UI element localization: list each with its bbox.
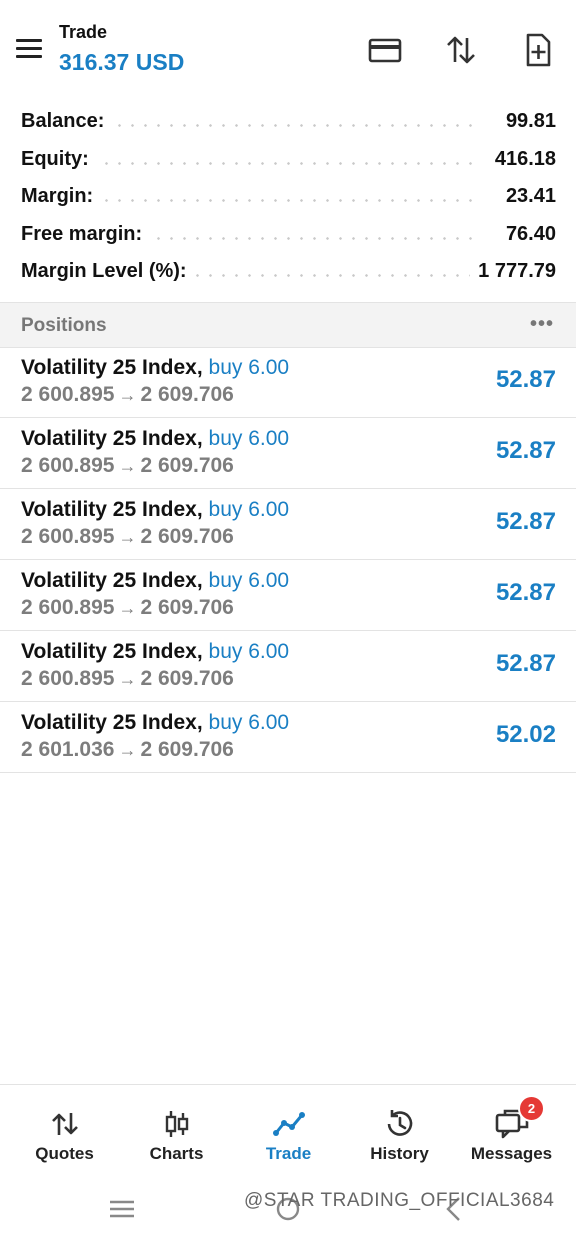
summary-value: 416.18 — [486, 147, 556, 171]
arrow-right-icon: → — [118, 385, 137, 405]
position-open-price: 2 600.895 — [21, 596, 115, 619]
account-profit-total: 316.37 USD — [59, 49, 185, 75]
position-profit: 52.87 — [495, 437, 556, 464]
summary-value: 76.40 — [497, 222, 556, 246]
position-row[interactable]: Volatility 25 Index, buy 6.00 2 600.895 →… — [0, 347, 576, 418]
summary-row-margin-level: Margin Level (%): 1 777.79 — [0, 254, 576, 292]
position-current-price: 2 609.706 — [140, 738, 234, 761]
position-row[interactable]: Volatility 25 Index, buy 6.00 2 600.895 →… — [0, 560, 576, 631]
nav-label: Charts — [149, 1144, 204, 1163]
position-open-price: 2 600.895 — [21, 525, 115, 548]
summary-value: 23.41 — [497, 185, 556, 208]
watermark-text: @STAR TRADING_OFFICIAL3684 — [244, 1190, 555, 1211]
position-current-price: 2 609.706 — [140, 667, 234, 690]
position-current-price: 2 609.706 — [140, 454, 234, 477]
summary-label: Margin: — [21, 185, 102, 208]
arrow-right-icon: → — [118, 527, 137, 547]
position-open-price: 2 600.895 — [21, 383, 115, 406]
arrow-right-icon: → — [118, 598, 137, 618]
position-side: buy 6.00 — [208, 711, 290, 734]
menu-icon[interactable] — [14, 36, 44, 60]
summary-row-equity: Equity: 416.18 — [0, 142, 576, 180]
arrow-right-icon: → — [118, 456, 137, 476]
nav-charts[interactable]: Charts — [119, 1085, 234, 1181]
position-symbol: Volatility 25 Index, — [21, 569, 203, 592]
charts-icon — [160, 1107, 194, 1141]
summary-row-balance: Balance: 99.81 — [0, 104, 576, 142]
trade-icon — [272, 1107, 306, 1141]
summary-value: 1 777.79 — [470, 260, 556, 283]
position-profit: 52.87 — [495, 650, 556, 677]
position-current-price: 2 609.706 — [140, 596, 234, 619]
position-side: buy 6.00 — [208, 569, 290, 592]
position-open-price: 2 600.895 — [21, 667, 115, 690]
position-side: buy 6.00 — [208, 356, 290, 379]
top-app-bar: Trade 316.37 USD — [0, 0, 576, 100]
position-profit: 52.87 — [495, 366, 556, 393]
quotes-icon — [48, 1107, 82, 1141]
nav-messages[interactable]: 2 Messages — [454, 1085, 569, 1181]
history-icon — [383, 1107, 417, 1141]
position-row[interactable]: Volatility 25 Index, buy 6.00 2 600.895 →… — [0, 418, 576, 489]
position-symbol: Volatility 25 Index, — [21, 640, 203, 663]
position-side: buy 6.00 — [208, 427, 290, 450]
positions-title: Positions — [21, 315, 107, 336]
position-symbol: Volatility 25 Index, — [21, 427, 203, 450]
position-symbol: Volatility 25 Index, — [21, 356, 203, 379]
arrow-right-icon: → — [118, 669, 137, 689]
nav-quotes[interactable]: Quotes — [7, 1085, 122, 1181]
position-current-price: 2 609.706 — [140, 383, 234, 406]
bottom-navigation: Quotes Charts Trade History 2 Messages — [0, 1084, 576, 1181]
page-title: Trade — [59, 22, 108, 42]
summary-label: Free margin: — [21, 222, 151, 246]
position-symbol: Volatility 25 Index, — [21, 498, 203, 521]
nav-trade[interactable]: Trade — [231, 1085, 346, 1181]
nav-label: Quotes — [35, 1144, 94, 1163]
position-profit: 52.87 — [495, 579, 556, 606]
summary-label: Margin Level (%): — [21, 260, 195, 283]
credit-card-icon[interactable] — [367, 32, 403, 68]
summary-row-margin: Margin: 23.41 — [0, 179, 576, 217]
sort-icon[interactable] — [443, 32, 479, 68]
nav-label: History — [370, 1144, 429, 1163]
position-side: buy 6.00 — [208, 640, 290, 663]
nav-label: Messages — [470, 1144, 553, 1163]
summary-value: 99.81 — [497, 110, 556, 133]
position-current-price: 2 609.706 — [140, 525, 234, 548]
position-profit: 52.87 — [495, 508, 556, 535]
summary-label: Balance: — [21, 110, 113, 133]
positions-list: Volatility 25 Index, buy 6.00 2 600.895 →… — [0, 347, 576, 773]
unread-badge: 2 — [518, 1095, 545, 1122]
position-row[interactable]: Volatility 25 Index, buy 6.00 2 600.895 →… — [0, 631, 576, 702]
account-summary: Balance: 99.81 Equity: 416.18 Margin: 23… — [0, 104, 576, 292]
recent-apps-icon[interactable] — [105, 1192, 139, 1226]
position-side: buy 6.00 — [208, 498, 290, 521]
position-open-price: 2 600.895 — [21, 454, 115, 477]
position-profit: 52.02 — [495, 721, 556, 748]
summary-row-free-margin: Free margin: 76.40 — [0, 217, 576, 255]
position-symbol: Volatility 25 Index, — [21, 711, 203, 734]
position-row[interactable]: Volatility 25 Index, buy 6.00 2 600.895 →… — [0, 489, 576, 560]
more-options-icon[interactable]: ••• — [530, 313, 554, 336]
arrow-right-icon: → — [118, 740, 137, 760]
position-open-price: 2 601.036 — [21, 738, 115, 761]
nav-label: Trade — [265, 1144, 312, 1163]
positions-section-header: Positions ••• — [0, 302, 576, 348]
summary-label: Equity: — [21, 147, 97, 171]
new-order-icon[interactable] — [520, 32, 556, 68]
position-row[interactable]: Volatility 25 Index, buy 6.00 2 601.036 →… — [0, 702, 576, 773]
nav-history[interactable]: History — [342, 1085, 457, 1181]
